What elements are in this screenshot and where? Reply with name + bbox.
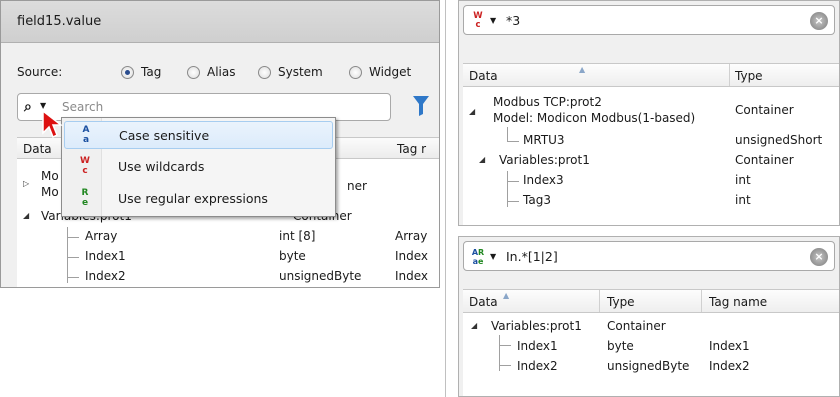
column-header-type[interactable]: Type: [735, 69, 763, 83]
tree-row-label: Mo: [41, 185, 59, 199]
tree-row-type: Container: [735, 153, 794, 167]
column-header-type[interactable]: Type: [607, 295, 635, 309]
tree-row-type: byte: [607, 339, 634, 353]
tree-row-label: Tag3: [523, 193, 551, 207]
dialog-title: field15.value: [17, 14, 102, 29]
tree-row-label: Variables:prot1: [499, 153, 590, 167]
tree-row-type: int: [735, 193, 751, 207]
regex-icon[interactable]: AR ae: [470, 248, 486, 266]
tree-row-type: int [8]: [279, 229, 316, 243]
tree-row-label: Index1: [85, 249, 126, 263]
tree-row-label: MRTU3: [523, 133, 565, 147]
tree-row-label: Index2: [85, 269, 126, 283]
tree-row-label: Variables:prot1: [491, 319, 582, 333]
clear-search-icon[interactable]: ×: [810, 12, 828, 30]
tree-row-label: Mo: [41, 169, 59, 183]
tree-row-label: Index1: [517, 339, 558, 353]
regex-search-panel: AR ae ▼ In.*[1|2] × ▲ Data Type Tag name …: [458, 236, 840, 397]
collapse-icon[interactable]: ◢: [23, 211, 29, 220]
search-input[interactable]: *3: [506, 13, 520, 28]
wildcard-search-panel: Wc ▼ *3 × ▲ Data Type ◢ Modbus TCP:prot2…: [458, 0, 840, 226]
tree-row-type: unsignedShort: [735, 133, 823, 147]
tree-row-type: Container: [607, 319, 666, 333]
tree-row-label: Model: Modicon Modbus(1-based): [493, 111, 696, 125]
vertical-separator: [445, 0, 446, 397]
radio-button[interactable]: [121, 66, 134, 79]
tree-row-label: Array: [85, 229, 118, 243]
radio-alias[interactable]: Alias: [187, 65, 257, 81]
radio-label: Tag: [141, 65, 162, 79]
collapse-icon[interactable]: ◢: [469, 107, 475, 116]
menu-item-wildcards[interactable]: Wc Use wildcards: [64, 153, 333, 181]
radio-system[interactable]: System: [258, 65, 342, 81]
tree-row-tag: Index: [395, 269, 429, 283]
column-header-tag-name[interactable]: Tag name: [709, 295, 767, 309]
tree-row-tag: Index2: [709, 359, 750, 373]
search-input[interactable]: Search: [62, 100, 103, 114]
wildcard-icon: Wc: [80, 156, 90, 176]
tree-grid: ◢ Modbus TCP:prot2 Model: Modicon Modbus…: [463, 87, 839, 225]
tree-row-tag: Index1: [709, 339, 750, 353]
search-icon[interactable]: ⌕: [24, 99, 32, 115]
tree-grid: ◢ Variables:prot1 Container Index1 byte …: [463, 313, 839, 396]
column-header-data[interactable]: Data: [469, 295, 498, 309]
wildcard-icon[interactable]: Wc: [470, 12, 486, 30]
menu-item-case-sensitive[interactable]: Aa Case sensitive: [64, 121, 333, 149]
radio-button[interactable]: [187, 66, 200, 79]
tree-row-type: byte: [279, 249, 306, 263]
field-picker-dialog: field15.value Source: Tag Alias System W…: [0, 0, 440, 288]
tree-row-type: ner: [347, 179, 367, 193]
case-sensitive-icon: Aa: [82, 125, 90, 145]
radio-label: System: [278, 65, 323, 79]
tree-row-tag: Index: [395, 249, 429, 263]
tree-row-label: Modbus TCP:prot2: [493, 95, 602, 109]
tree-row-tag: Array: [395, 229, 428, 243]
sort-ascending-icon: ▲: [579, 65, 586, 74]
column-header-data[interactable]: Data: [469, 69, 498, 83]
collapse-icon[interactable]: ◢: [471, 321, 477, 330]
filter-icon[interactable]: [413, 96, 429, 116]
clear-search-icon[interactable]: ×: [810, 248, 828, 266]
search-box[interactable]: Wc ▼ *3 ×: [463, 5, 835, 35]
menu-item-label: Use wildcards: [118, 159, 205, 174]
chevron-down-icon[interactable]: ▼: [490, 16, 496, 25]
tree-row-type: unsignedByte: [607, 359, 690, 373]
tree-row-type: int: [735, 173, 751, 187]
radio-label: Alias: [207, 65, 236, 79]
regex-icon: Re: [81, 188, 89, 208]
expand-icon[interactable]: ▷: [23, 179, 29, 188]
radio-label: Widget: [369, 65, 412, 79]
radio-button[interactable]: [258, 66, 271, 79]
search-box[interactable]: AR ae ▼ In.*[1|2] ×: [463, 241, 835, 271]
chevron-down-icon[interactable]: ▼: [490, 252, 496, 261]
radio-widget[interactable]: Widget: [349, 65, 439, 81]
tree-row-label: Index2: [517, 359, 558, 373]
dialog-titlebar: field15.value: [1, 1, 439, 43]
tree-row-type: Container: [735, 103, 794, 117]
collapse-icon[interactable]: ◢: [479, 155, 485, 164]
menu-item-label: Case sensitive: [119, 128, 210, 143]
menu-item-regex[interactable]: Re Use regular expressions: [64, 185, 333, 213]
column-header-data[interactable]: Data: [23, 142, 52, 156]
image-divider: [440, 0, 460, 397]
grid-header: ▲ Data Type: [463, 63, 839, 87]
mouse-cursor-icon: [42, 109, 64, 139]
tree-row-type: unsignedByte: [279, 269, 362, 283]
tree-row-label: Index3: [523, 173, 564, 187]
radio-button[interactable]: [349, 66, 362, 79]
grid-header: ▲ Data Type Tag name: [463, 289, 839, 313]
search-input[interactable]: In.*[1|2]: [506, 249, 558, 264]
search-options-menu: Aa Case sensitive Wc Use wildcards Re Us…: [61, 117, 336, 217]
radio-tag[interactable]: Tag: [121, 65, 191, 81]
menu-item-label: Use regular expressions: [118, 191, 268, 206]
sort-ascending-icon: ▲: [503, 291, 510, 300]
column-header-tag[interactable]: Tag r: [397, 142, 426, 156]
source-label: Source:: [17, 65, 63, 79]
